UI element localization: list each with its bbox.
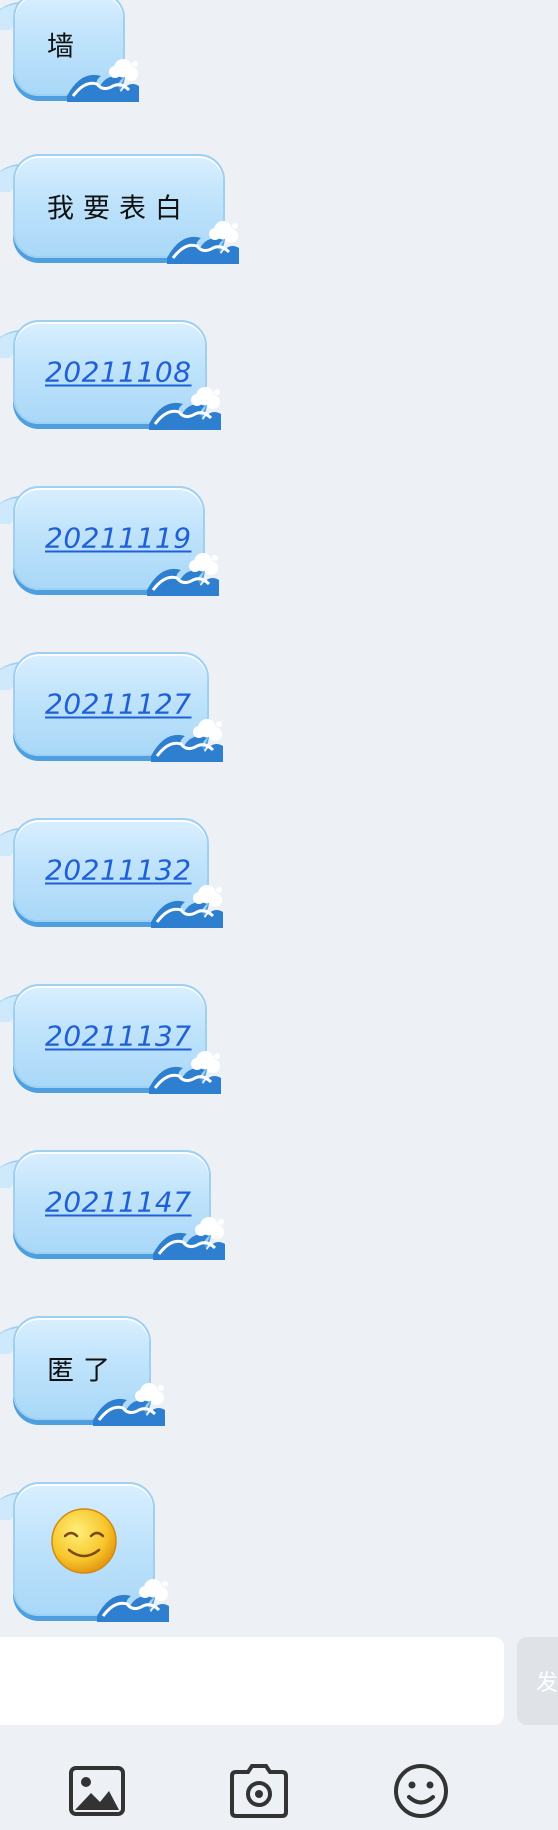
smiling-face-icon: [51, 1508, 117, 1574]
wave-decoration-icon: [149, 1051, 221, 1094]
message-bubble[interactable]: 20211108: [13, 320, 221, 430]
wave-decoration-icon: [151, 719, 223, 762]
wave-decoration-icon: [97, 1579, 169, 1622]
message-input[interactable]: [0, 1637, 504, 1725]
message-bubble[interactable]: 匿了: [13, 1316, 165, 1426]
message-bubble[interactable]: [13, 1482, 169, 1622]
wave-decoration-icon: [147, 553, 219, 596]
wave-decoration-icon: [151, 885, 223, 928]
message-bubble[interactable]: 20211137: [13, 984, 221, 1094]
emoji-button[interactable]: [392, 1763, 450, 1819]
composer: 发: [0, 1637, 558, 1727]
message-bubble[interactable]: 20211127: [13, 652, 223, 762]
message-bubble[interactable]: 墙: [13, 0, 139, 102]
emoji-icon: [394, 1764, 448, 1818]
input-toolbar: [0, 1735, 558, 1830]
wave-decoration-icon: [149, 387, 221, 430]
camera-icon: [230, 1764, 288, 1818]
camera-button[interactable]: [230, 1763, 288, 1819]
image-button[interactable]: [68, 1763, 126, 1819]
message-bubble[interactable]: 20211147: [13, 1150, 225, 1260]
wave-decoration-icon: [153, 1217, 225, 1260]
wave-decoration-icon: [93, 1383, 165, 1426]
image-icon: [69, 1766, 125, 1816]
message-bubble[interactable]: 20211119: [13, 486, 219, 596]
wave-decoration-icon: [167, 221, 239, 264]
message-bubble[interactable]: 20211132: [13, 818, 223, 928]
wave-decoration-icon: [67, 59, 139, 102]
message-bubble[interactable]: 我要表白: [13, 154, 239, 264]
send-button[interactable]: 发: [517, 1637, 558, 1725]
